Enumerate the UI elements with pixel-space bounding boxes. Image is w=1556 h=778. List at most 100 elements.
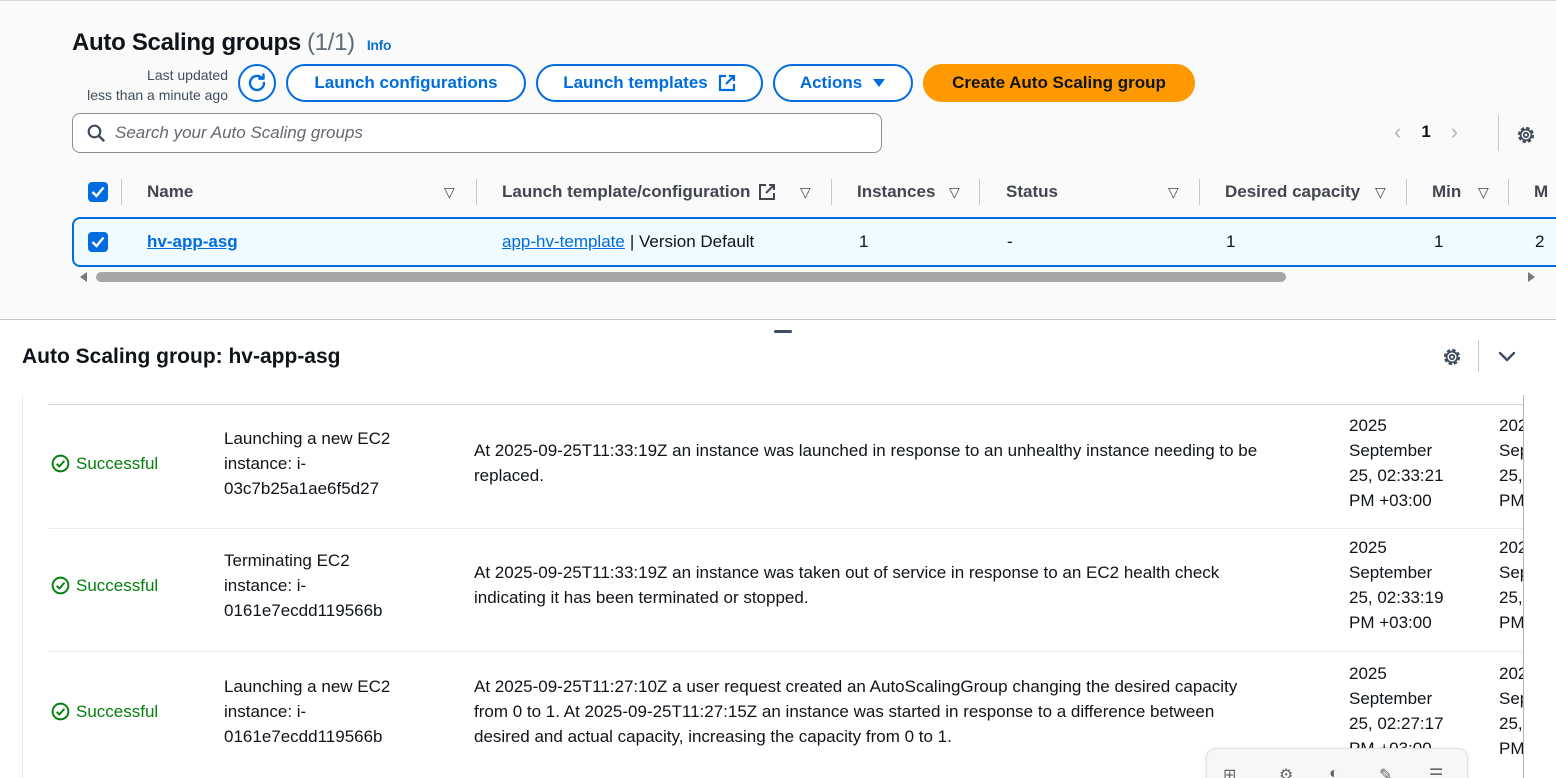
- next-page-icon[interactable]: ›: [1451, 119, 1458, 145]
- column-header-status-label: Status: [1006, 182, 1058, 201]
- floating-toolbar-widget[interactable]: ⊞ ⚙ ◐ ✎ ☰: [1206, 748, 1468, 778]
- activity-start-time-line: PM +03:00: [1349, 491, 1432, 510]
- refresh-icon: [248, 73, 266, 92]
- activity-end-time-line: PM +03:00: [1499, 491, 1524, 510]
- activity-start-time-line: 25, 02:27:17: [1349, 714, 1444, 733]
- launch-templates-label: Launch templates: [563, 73, 708, 92]
- desired-capacity-cell: 1: [1226, 232, 1236, 251]
- activity-end-time: 2025 September 25, 02:33:19 PM +03:00: [1499, 535, 1524, 635]
- activity-description-line: Terminating EC2: [224, 550, 350, 570]
- horizontal-scrollbar[interactable]: [78, 269, 1540, 285]
- activity-cause-line: At 2025-09-25T11:33:19Z an instance was …: [474, 441, 1258, 460]
- activity-end-time-line: September: [1499, 441, 1523, 460]
- create-auto-scaling-group-button[interactable]: Create Auto Scaling group: [923, 64, 1195, 102]
- activity-history-table: Successful Launching a new EC2 instance: i…: [22, 395, 1524, 778]
- sort-icon: ▽: [1375, 183, 1386, 200]
- activity-end-time-line: September: [1499, 689, 1523, 708]
- activity-row: Successful Launching a new EC2 instance: i…: [49, 405, 1524, 529]
- column-header-desired-capacity[interactable]: Desired capacity ▽: [1225, 173, 1395, 211]
- last-updated-label: Last updated: [147, 67, 228, 83]
- activity-description-line: Launching a new EC2: [224, 676, 391, 696]
- actions-dropdown[interactable]: Actions: [773, 64, 913, 102]
- column-divider: [1508, 179, 1509, 205]
- column-header-launch-template-label: Launch template/configuration: [502, 182, 751, 201]
- status-success: Successful: [51, 573, 158, 598]
- activity-cause: At 2025-09-25T11:33:19Z an instance was …: [474, 560, 1219, 610]
- page-title-text: Auto Scaling groups: [72, 29, 301, 56]
- select-all-checkbox[interactable]: [88, 173, 108, 211]
- widget-tool-icon[interactable]: ◐: [1329, 765, 1339, 778]
- widget-tool-icon[interactable]: ☰: [1429, 765, 1443, 778]
- panel-resize-handle[interactable]: [774, 330, 792, 333]
- row-checkbox[interactable]: [88, 219, 108, 265]
- page-title: Auto Scaling groups (1/1) Info: [72, 29, 392, 57]
- search-field[interactable]: [72, 113, 882, 153]
- column-divider: [979, 179, 980, 205]
- status-text: Successful: [76, 454, 159, 473]
- launch-template-cell: app-hv-template | Version Default: [502, 219, 754, 265]
- current-page[interactable]: 1: [1421, 122, 1430, 142]
- min-cell: 1: [1434, 232, 1444, 251]
- column-header-instances[interactable]: Instances ▽: [857, 173, 967, 211]
- last-updated-value: less than a minute ago: [87, 87, 228, 103]
- actions-label: Actions: [799, 73, 863, 92]
- panel-settings-gear-icon[interactable]: [1441, 346, 1463, 368]
- activity-description: Launching a new EC2 instance: i- 03c7b25a1…: [224, 426, 390, 501]
- table-settings-gear-icon[interactable]: [1515, 124, 1537, 146]
- column-header-name-label: Name: [147, 182, 194, 201]
- activity-start-time-line: September: [1349, 689, 1433, 708]
- activity-start-time-line: 25, 02:33:21: [1349, 466, 1444, 485]
- widget-tool-icon[interactable]: ⚙: [1279, 765, 1293, 778]
- activity-description: Launching a new EC2 instance: i- 0161e7ecd…: [224, 674, 390, 749]
- column-header-desired-capacity-label: Desired capacity: [1225, 182, 1361, 201]
- column-divider: [476, 179, 477, 205]
- scroll-left-icon[interactable]: [78, 271, 88, 283]
- activity-start-time-line: 2025: [1349, 538, 1387, 557]
- scrollbar-thumb[interactable]: [96, 272, 1286, 282]
- activity-end-time-line: 25, 02:27:17: [1499, 714, 1523, 733]
- column-header-max[interactable]: M: [1534, 173, 1548, 211]
- sort-icon: ▽: [949, 183, 960, 200]
- widget-tool-icon[interactable]: ⊞: [1223, 765, 1236, 778]
- activity-cause-line: indicating it has been terminated or sto…: [474, 588, 809, 607]
- column-header-min[interactable]: Min ▽: [1432, 173, 1502, 211]
- activity-start-time-line: September: [1349, 563, 1433, 582]
- panel-divider: [1478, 340, 1479, 372]
- activity-cause-line: desired and actual capacity, increasing …: [474, 726, 952, 746]
- widget-tool-icon[interactable]: ✎: [1379, 765, 1392, 778]
- activity-description-line: Launching a new EC2: [224, 428, 391, 448]
- column-divider: [1406, 179, 1407, 205]
- collapse-panel-chevron-down-icon[interactable]: [1498, 350, 1516, 364]
- table-header: Name ▽ Launch template/configuration ▽ I…: [72, 173, 1556, 211]
- column-header-status[interactable]: Status ▽: [1006, 173, 1196, 211]
- launch-templates-button[interactable]: Launch templates: [536, 64, 763, 102]
- create-asg-label: Create Auto Scaling group: [952, 73, 1166, 92]
- status-text: Successful: [76, 702, 159, 721]
- asg-name-link[interactable]: hv-app-asg: [147, 219, 238, 265]
- activity-cause-line: At 2025-09-25T11:33:19Z an instance was …: [474, 563, 1220, 582]
- activity-description-line: instance: i-: [224, 453, 307, 473]
- column-header-launch-template[interactable]: Launch template/configuration ▽: [502, 173, 822, 211]
- instances-cell: 1: [859, 232, 869, 251]
- status-success-icon: [51, 702, 70, 721]
- launch-configurations-button[interactable]: Launch configurations: [286, 64, 526, 102]
- asg-name-link-text[interactable]: hv-app-asg: [147, 232, 238, 252]
- launch-template-link[interactable]: app-hv-template: [502, 232, 625, 252]
- column-header-min-label: Min: [1432, 182, 1462, 201]
- activity-start-time-line: 25, 02:33:19: [1349, 588, 1444, 607]
- activity-end-time-line: PM +03:00: [1499, 613, 1524, 632]
- scroll-right-icon[interactable]: [1527, 271, 1537, 283]
- max-cell: 2: [1535, 232, 1545, 251]
- column-header-name[interactable]: Name ▽: [147, 173, 467, 211]
- activity-end-time-line: 2025: [1499, 538, 1523, 557]
- sort-icon: ▽: [1478, 183, 1489, 200]
- activity-start-time: 2025 September 25, 02:33:21 PM +03:00: [1349, 413, 1444, 513]
- caret-down-icon: [873, 79, 886, 87]
- search-input[interactable]: [115, 123, 815, 143]
- table-row[interactable]: hv-app-asg app-hv-template | Version Def…: [72, 217, 1556, 267]
- activity-description-line: 0161e7ecdd119566b: [224, 600, 383, 620]
- pager-divider: [1498, 115, 1499, 151]
- previous-page-icon[interactable]: ‹: [1394, 119, 1401, 145]
- refresh-button[interactable]: [238, 64, 276, 102]
- info-link[interactable]: Info: [367, 37, 392, 53]
